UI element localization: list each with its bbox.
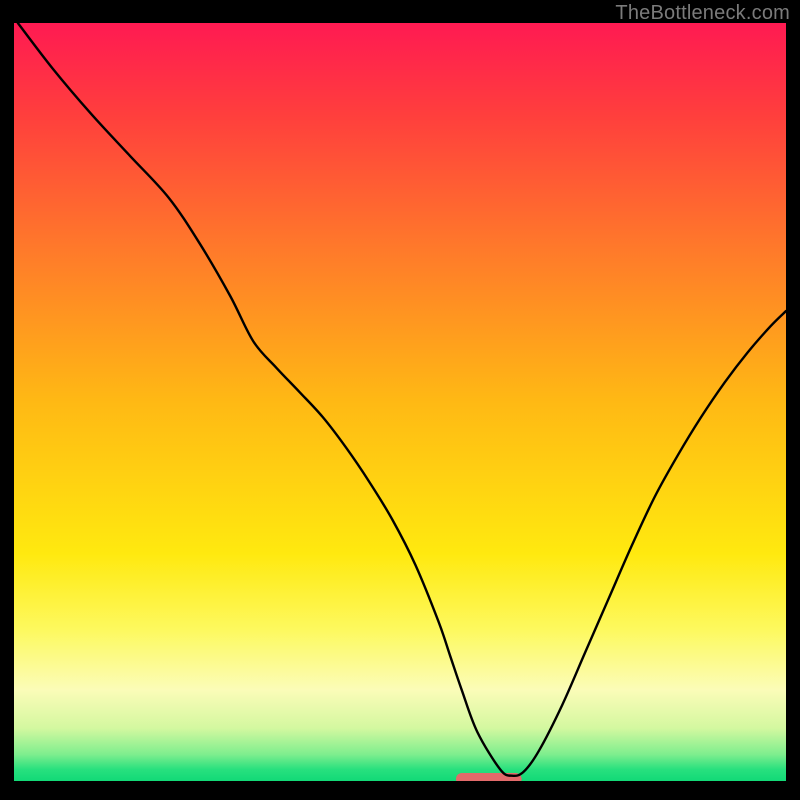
plot-area — [14, 23, 786, 781]
chart-frame: TheBottleneck.com — [0, 0, 800, 800]
attribution-text: TheBottleneck.com — [615, 2, 790, 25]
bottleneck-chart — [14, 23, 786, 781]
optimal-zone-marker — [456, 773, 522, 781]
gradient-background — [14, 23, 786, 781]
